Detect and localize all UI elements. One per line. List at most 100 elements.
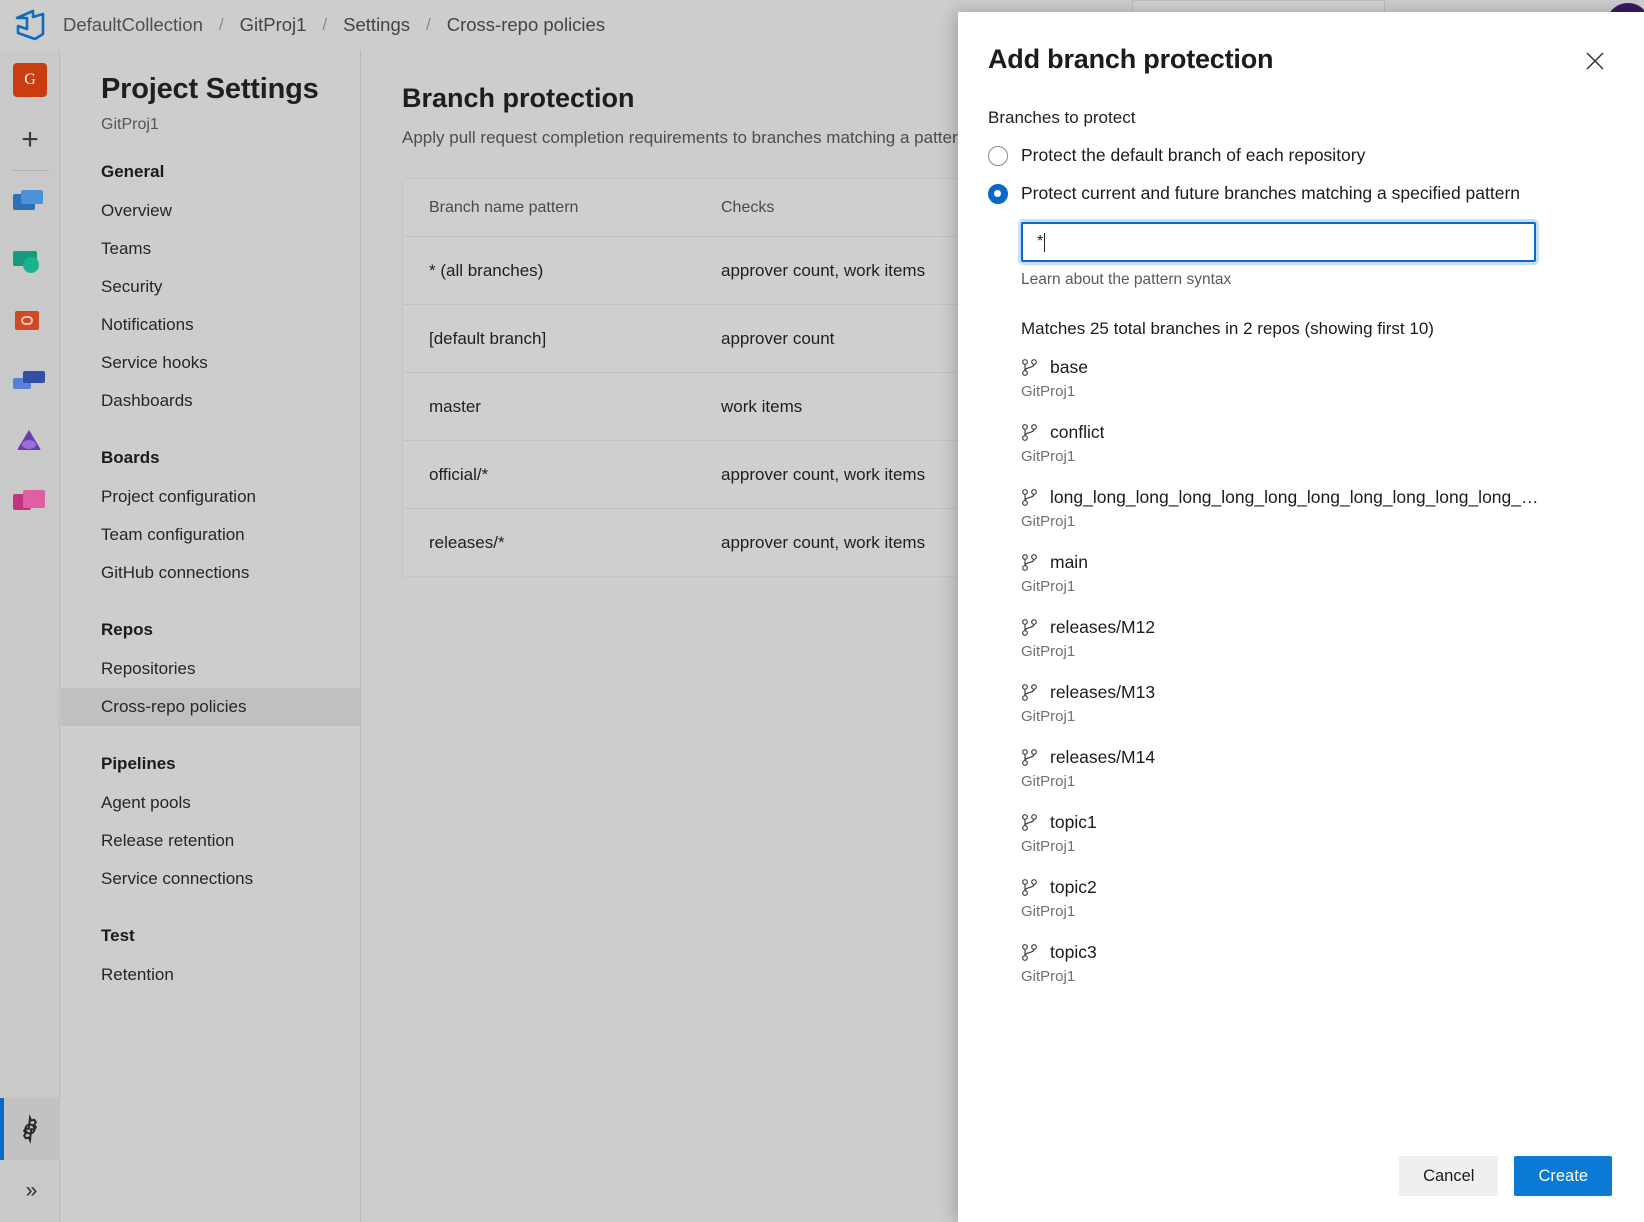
plus-icon: + — [21, 125, 39, 155]
radio-protect-pattern[interactable]: Protect current and future branches matc… — [988, 183, 1614, 204]
sidebar-item-team-configuration[interactable]: Team configuration — [61, 516, 360, 554]
radio-label-default-branch: Protect the default branch of each repos… — [1021, 145, 1365, 166]
branch-name-row: long_long_long_long_long_long_long_long_… — [1021, 487, 1614, 508]
create-button[interactable]: Create — [1514, 1156, 1612, 1196]
breadcrumb: DefaultCollection / GitProj1 / Settings … — [60, 14, 608, 36]
branch-name: main — [1050, 552, 1088, 573]
branch-repo: GitProj1 — [1021, 643, 1614, 660]
branch-icon — [1021, 943, 1038, 962]
project-settings-nav: Project Settings GitProj1 General Overvi… — [61, 50, 361, 1222]
rail-item-artifacts[interactable] — [0, 471, 60, 531]
left-icon-rail: G + — [0, 50, 60, 1222]
repos-icon — [13, 308, 47, 334]
boards-icon — [13, 248, 47, 274]
branch-icon — [1021, 423, 1038, 442]
branch-name-row: topic2 — [1021, 877, 1614, 898]
nav-group-pipelines: Pipelines — [61, 726, 360, 784]
branch-name: base — [1050, 357, 1088, 378]
list-item: releases/M13 GitProj1 — [1021, 682, 1614, 725]
rail-bottom-group: » — [0, 1098, 60, 1222]
sidebar-item-retention[interactable]: Retention — [61, 956, 360, 994]
sidebar-item-project-configuration[interactable]: Project configuration — [61, 478, 360, 516]
cell-pattern: releases/* — [403, 533, 721, 553]
branch-name: topic1 — [1050, 812, 1097, 833]
sidebar-item-cross-repo-policies[interactable]: Cross-repo policies — [61, 688, 360, 726]
create-new-button[interactable]: + — [0, 110, 60, 170]
branch-name: releases/M12 — [1050, 617, 1155, 638]
pipelines-icon — [13, 368, 47, 394]
rail-item-test-plans[interactable] — [0, 411, 60, 471]
list-item: base GitProj1 — [1021, 357, 1614, 400]
sidebar-item-release-retention[interactable]: Release retention — [61, 822, 360, 860]
branch-name: releases/M14 — [1050, 747, 1155, 768]
branch-repo: GitProj1 — [1021, 968, 1614, 985]
branch-name-row: base — [1021, 357, 1614, 378]
project-avatar[interactable]: G — [0, 50, 60, 110]
list-item: topic2 GitProj1 — [1021, 877, 1614, 920]
branch-icon — [1021, 748, 1038, 767]
breadcrumb-item-project[interactable]: GitProj1 — [237, 14, 310, 36]
column-header-branch-name-pattern: Branch name pattern — [403, 199, 721, 217]
matched-branch-list: base GitProj1 conflict GitProj1 long_lon… — [1021, 357, 1614, 985]
radio-protect-default-branch[interactable]: Protect the default branch of each repos… — [988, 145, 1614, 166]
branch-icon — [1021, 878, 1038, 897]
sidebar-item-service-connections[interactable]: Service connections — [61, 860, 360, 898]
sidebar-item-service-hooks[interactable]: Service hooks — [61, 344, 360, 382]
breadcrumb-separator: / — [413, 15, 444, 35]
rail-item-pipelines[interactable] — [0, 351, 60, 411]
branch-repo: GitProj1 — [1021, 383, 1614, 400]
branch-name: topic3 — [1050, 942, 1097, 963]
rail-item-boards[interactable] — [0, 231, 60, 291]
branch-name-row: main — [1021, 552, 1614, 573]
page-title: Project Settings — [61, 50, 360, 106]
breadcrumb-separator: / — [309, 15, 340, 35]
branch-name: conflict — [1050, 422, 1104, 443]
branch-repo: GitProj1 — [1021, 708, 1614, 725]
panel-body: Branches to protect Protect the default … — [958, 108, 1644, 985]
branch-pattern-input[interactable]: * — [1021, 222, 1536, 262]
list-item: topic3 GitProj1 — [1021, 942, 1614, 985]
sidebar-item-notifications[interactable]: Notifications — [61, 306, 360, 344]
expand-sidebar-button[interactable]: » — [0, 1160, 60, 1222]
text-caret — [1044, 233, 1045, 252]
project-name-label: GitProj1 — [61, 106, 360, 134]
sidebar-item-repositories[interactable]: Repositories — [61, 650, 360, 688]
breadcrumb-item-cross-repo-policies[interactable]: Cross-repo policies — [444, 14, 608, 36]
branch-icon — [1021, 683, 1038, 702]
matches-summary: Matches 25 total branches in 2 repos (sh… — [1021, 319, 1614, 339]
sidebar-item-security[interactable]: Security — [61, 268, 360, 306]
azure-devops-logo-icon[interactable] — [0, 0, 60, 50]
sidebar-item-overview[interactable]: Overview — [61, 192, 360, 230]
branch-name-row: releases/M14 — [1021, 747, 1614, 768]
branch-pattern-value: * — [1037, 233, 1043, 251]
branch-name-row: topic1 — [1021, 812, 1614, 833]
panel-header: Add branch protection — [958, 12, 1644, 78]
settings-button[interactable] — [0, 1098, 60, 1160]
close-icon[interactable] — [1578, 44, 1612, 78]
sidebar-item-github-connections[interactable]: GitHub connections — [61, 554, 360, 592]
artifacts-icon — [13, 488, 47, 514]
test-plans-icon — [13, 428, 47, 454]
breadcrumb-item-settings[interactable]: Settings — [340, 14, 413, 36]
rail-item-overview[interactable] — [0, 171, 60, 231]
branch-repo: GitProj1 — [1021, 578, 1614, 595]
branch-name-row: releases/M13 — [1021, 682, 1614, 703]
sidebar-item-agent-pools[interactable]: Agent pools — [61, 784, 360, 822]
breadcrumb-separator: / — [206, 15, 237, 35]
branch-repo: GitProj1 — [1021, 903, 1614, 920]
add-branch-protection-panel: Add branch protection Branches to protec… — [958, 12, 1644, 1222]
sidebar-item-teams[interactable]: Teams — [61, 230, 360, 268]
nav-group-general: General — [61, 134, 360, 192]
chevron-double-right-icon: » — [26, 1179, 35, 1203]
breadcrumb-item-collection[interactable]: DefaultCollection — [60, 14, 206, 36]
rail-item-repos[interactable] — [0, 291, 60, 351]
learn-pattern-syntax-link[interactable]: Learn about the pattern syntax — [1021, 271, 1614, 289]
branch-repo: GitProj1 — [1021, 513, 1614, 530]
branch-name: releases/M13 — [1050, 682, 1155, 703]
branch-name: topic2 — [1050, 877, 1097, 898]
cancel-button[interactable]: Cancel — [1399, 1156, 1498, 1196]
list-item: long_long_long_long_long_long_long_long_… — [1021, 487, 1614, 530]
sidebar-item-dashboards[interactable]: Dashboards — [61, 382, 360, 420]
cell-pattern: master — [403, 397, 721, 417]
radio-icon-checked — [988, 184, 1008, 204]
